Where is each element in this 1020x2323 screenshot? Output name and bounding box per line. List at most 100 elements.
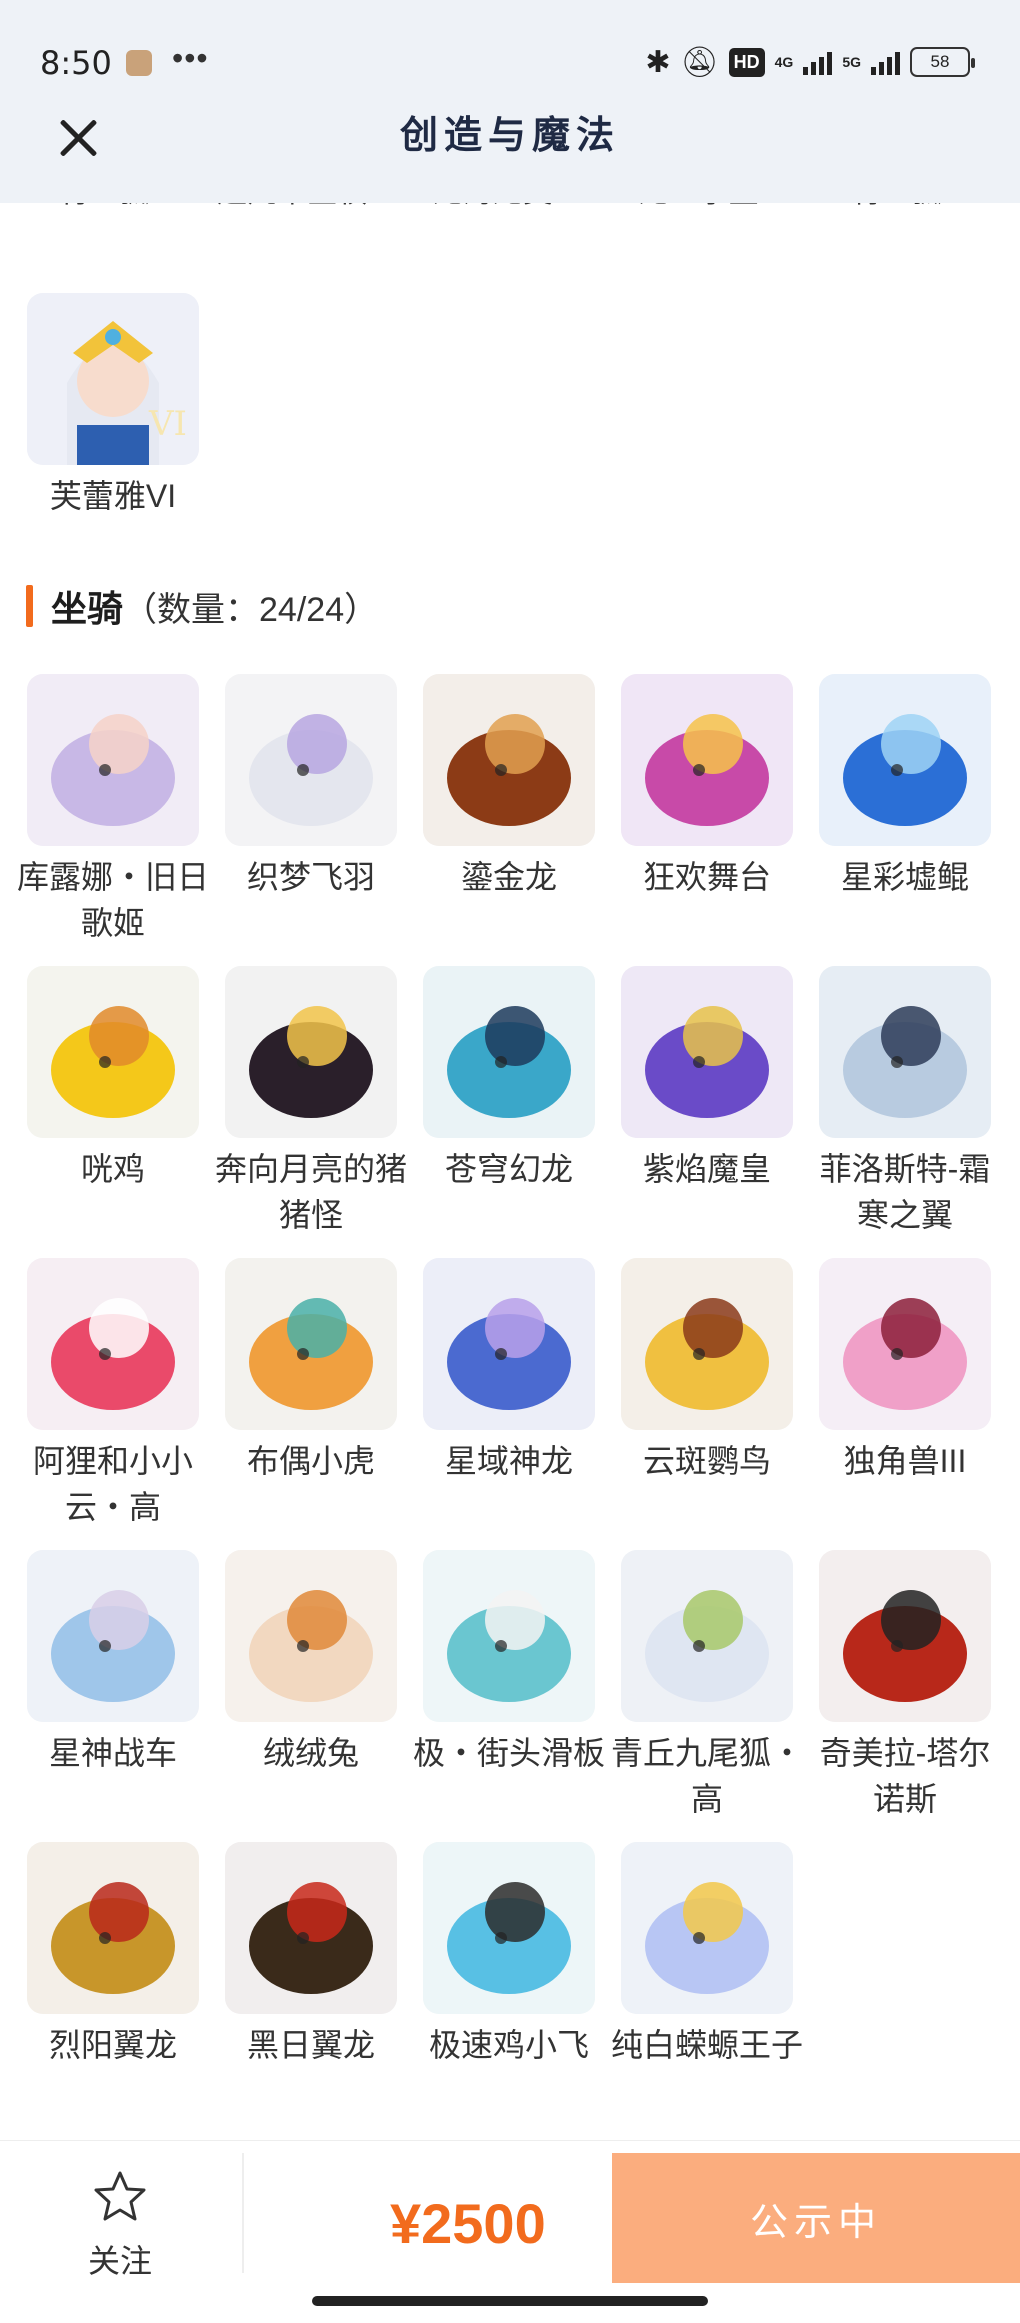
signal-label-5g: 5G — [842, 54, 861, 70]
publicity-status-button[interactable]: 公示中 — [612, 2153, 1020, 2283]
mount-card[interactable]: 菲洛斯特-霜寒之翼 — [819, 966, 991, 1238]
black-wyvern-icon — [225, 1842, 397, 2014]
mount-card[interactable]: 云斑鹦鸟 — [621, 1258, 793, 1484]
mute-bell-icon: 🔕︎ — [680, 45, 719, 79]
mount-card[interactable]: 织梦飞羽 — [225, 674, 397, 900]
mount-card[interactable]: 星神战车 — [27, 1550, 199, 1776]
fox-cloud-icon — [27, 1258, 199, 1430]
pig-mount-icon — [225, 966, 397, 1138]
bluetooth-icon: ✱ — [645, 45, 671, 79]
mount-card[interactable]: 咣鸡 — [27, 966, 199, 1192]
mount-label: 青丘九尾狐・高 — [610, 1735, 803, 1817]
mount-label: 菲洛斯特-霜寒之翼 — [819, 1151, 991, 1233]
signal-bars-icon — [803, 49, 833, 75]
divider — [242, 2153, 244, 2273]
mount-label: 星域神龙 — [444, 1443, 573, 1479]
section-header-mounts: 坐骑 （数量：24/24） — [26, 582, 378, 630]
sun-wyvern-icon — [27, 1842, 199, 2014]
section-count: （数量：24/24） — [123, 590, 379, 629]
mount-label: 纯白蝾螈王子 — [610, 2027, 803, 2063]
mount-card[interactable]: 奇美拉-塔尔诺斯 — [819, 1550, 991, 1822]
mount-label: 奔向月亮的猪猪怪 — [214, 1151, 407, 1233]
chimera-mount-icon — [819, 1550, 991, 1722]
mount-card[interactable]: 紫焰魔皇 — [621, 966, 793, 1192]
mount-card[interactable]: 布偶小虎 — [225, 1258, 397, 1484]
status-bar: 8:50 ••• ✱ 🔕︎ HD 4G 5G 58 — [0, 0, 1020, 120]
mount-card[interactable]: 极・街头滑板 — [413, 1550, 605, 1776]
section-title: 坐骑 — [51, 588, 124, 629]
more-notifications-icon: ••• — [172, 40, 209, 76]
mount-card[interactable]: 烈阳翼龙 — [27, 1842, 199, 2068]
mount-label: 布偶小虎 — [246, 1443, 375, 1479]
signal-label-4g: 4G — [774, 54, 794, 70]
sky-dragon-icon — [423, 966, 595, 1138]
status-time: 8:50 — [40, 44, 112, 82]
mount-label: 奇美拉-塔尔诺斯 — [819, 1735, 991, 1817]
mount-card[interactable]: 独角兽III — [819, 1258, 991, 1484]
hd-icon: HD — [728, 47, 765, 77]
fluffy-rabbit-icon — [225, 1550, 397, 1722]
mount-label: 绒绒兔 — [262, 1735, 359, 1771]
follow-button[interactable]: 关注 — [60, 2169, 180, 2282]
character-portrait-icon: VI — [27, 293, 199, 465]
mount-label: 苍穹幻龙 — [444, 1151, 573, 1187]
idol-mount-icon — [27, 674, 199, 846]
skateboard-icon — [423, 1550, 595, 1722]
star-chariot-icon — [27, 1550, 199, 1722]
star-icon — [94, 2171, 146, 2221]
status-icons: ✱ 🔕︎ HD 4G 5G 58 — [645, 40, 975, 84]
axolotl-prince-icon — [621, 1842, 793, 2014]
section-accent-bar — [26, 585, 33, 627]
mount-card[interactable]: 阿狸和小小云・高 — [27, 1258, 199, 1530]
feather-mount-icon — [225, 674, 397, 846]
star-dragon-icon — [423, 1258, 595, 1430]
frost-wing-icon — [819, 966, 991, 1138]
item-card[interactable]: VI 芙蕾雅VI — [27, 293, 199, 519]
gold-dragon-icon — [423, 674, 595, 846]
mount-card[interactable]: 绒绒兔 — [225, 1550, 397, 1776]
chicken-mount-icon — [27, 966, 199, 1138]
item-label: 芙蕾雅VI — [49, 478, 177, 514]
battery-icon: 58 — [910, 47, 975, 77]
mount-label: 独角兽III — [843, 1443, 967, 1479]
mount-card[interactable]: 黑日翼龙 — [225, 1842, 397, 2068]
mount-label: 库露娜・旧日歌姬 — [16, 859, 209, 941]
whale-mount-icon — [819, 674, 991, 846]
mount-card[interactable]: 奔向月亮的猪猪怪 — [215, 966, 407, 1238]
mount-label: 极速鸡小飞 — [428, 2027, 589, 2063]
mount-label: 星神战车 — [48, 1735, 177, 1771]
mount-label: 咣鸡 — [80, 1151, 145, 1187]
blue-chick-icon — [423, 1842, 595, 2014]
mount-label: 织梦飞羽 — [246, 859, 375, 895]
mount-label: 阿狸和小小云・高 — [32, 1443, 193, 1525]
follow-label: 关注 — [87, 2243, 152, 2279]
signal-bars-icon-2 — [871, 49, 900, 75]
home-indicator — [312, 2296, 708, 2306]
svg-text:VI: VI — [148, 404, 187, 444]
mount-card[interactable]: 苍穹幻龙 — [423, 966, 595, 1192]
mount-card[interactable]: 狂欢舞台 — [621, 674, 793, 900]
mount-card[interactable]: 鎏金龙 — [423, 674, 595, 900]
mount-card[interactable]: 星彩墟鲲 — [819, 674, 991, 900]
mount-card[interactable]: 极速鸡小飞 — [423, 1842, 595, 2068]
tiger-doll-icon — [225, 1258, 397, 1430]
top-bar: 8:50 ••• ✱ 🔕︎ HD 4G 5G 58 创造与魔法 — [0, 0, 1020, 203]
mount-label: 黑日翼龙 — [246, 2027, 375, 2063]
app-notification-icon — [126, 50, 152, 76]
mount-label: 鎏金龙 — [460, 859, 557, 895]
purple-phoenix-icon — [621, 966, 793, 1138]
ninetail-fox-icon — [621, 1550, 793, 1722]
mount-label: 紫焰魔皇 — [642, 1151, 771, 1187]
price: ¥2500 — [390, 2192, 546, 2255]
mount-label: 烈阳翼龙 — [48, 2027, 177, 2063]
mount-card[interactable]: 纯白蝾螈王子 — [611, 1842, 803, 2068]
mount-label: 云斑鹦鸟 — [642, 1443, 771, 1479]
mount-card[interactable]: 库露娜・旧日歌姬 — [17, 674, 209, 946]
mount-card[interactable]: 青丘九尾狐・高 — [611, 1550, 803, 1822]
parrot-mount-icon — [621, 1258, 793, 1430]
mount-label: 狂欢舞台 — [642, 859, 771, 895]
mount-label: 星彩墟鲲 — [840, 859, 969, 895]
mount-card[interactable]: 星域神龙 — [423, 1258, 595, 1484]
mount-label: 极・街头滑板 — [412, 1735, 605, 1771]
page-title: 创造与魔法 — [399, 112, 620, 157]
